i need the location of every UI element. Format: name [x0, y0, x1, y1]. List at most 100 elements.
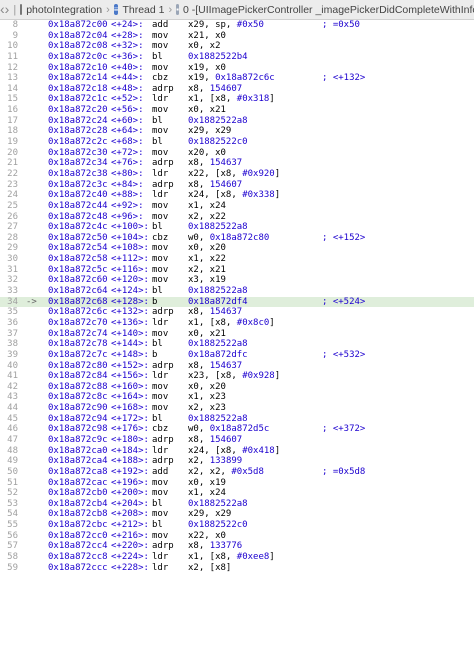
disassembly-row[interactable]: 44 0x18a872c90 <+168>: mov x2, x23: [0, 403, 474, 414]
line-number[interactable]: 42: [0, 382, 18, 393]
line-number[interactable]: 13: [0, 73, 18, 84]
line-number[interactable]: 34: [0, 297, 18, 308]
disassembly-row[interactable]: 41 0x18a872c84 <+156>: ldr x23, [x8, #0x928]: [0, 371, 474, 382]
disassembly-view[interactable]: 8 0x18a872c00 <+24>: add x29, sp, #0x50 ; =0x…: [0, 20, 474, 573]
disassembly-row[interactable]: 37 0x18a872c74 <+140>: mov x0, x21: [0, 329, 474, 340]
disassembly-row[interactable]: 38 0x18a872c78 <+144>: bl 0x1882522a8: [0, 339, 474, 350]
line-number[interactable]: 26: [0, 212, 18, 223]
disassembly-row[interactable]: 39 0x18a872c7c <+148>: b 0x18a872dfc ; <+532>: [0, 350, 474, 361]
line-number[interactable]: 35: [0, 307, 18, 318]
disassembly-row[interactable]: 18 0x18a872c28 <+64>: mov x29, x29: [0, 126, 474, 137]
line-number[interactable]: 45: [0, 414, 18, 425]
disassembly-row[interactable]: 50 0x18a872ca8 <+192>: add x2, x2, #0x5d8 ; =…: [0, 467, 474, 478]
line-number[interactable]: 53: [0, 499, 18, 510]
disassembly-row[interactable]: 29 0x18a872c54 <+108>: mov x0, x20: [0, 243, 474, 254]
disassembly-row[interactable]: 31 0x18a872c5c <+116>: mov x2, x21: [0, 265, 474, 276]
disassembly-row[interactable]: 36 0x18a872c70 <+136>: ldr x1, [x8, #0x8c0]: [0, 318, 474, 329]
line-number[interactable]: 48: [0, 446, 18, 457]
disassembly-row[interactable]: 24 0x18a872c40 <+88>: ldr x24, [x8, #0x338]: [0, 190, 474, 201]
disassembly-row[interactable]: 48 0x18a872ca0 <+184>: ldr x24, [x8, #0x418]: [0, 446, 474, 457]
disassembly-row[interactable]: 21 0x18a872c34 <+76>: adrp x8, 154637: [0, 158, 474, 169]
line-number[interactable]: 51: [0, 478, 18, 489]
line-number[interactable]: 25: [0, 201, 18, 212]
disassembly-row[interactable]: 22 0x18a872c38 <+80>: ldr x22, [x8, #0x920]: [0, 169, 474, 180]
line-number[interactable]: 20: [0, 148, 18, 159]
disassembly-row[interactable]: 11 0x18a872c0c <+36>: bl 0x1882522b4: [0, 52, 474, 63]
disassembly-row[interactable]: 55 0x18a872cbc <+212>: bl 0x1882522c0: [0, 520, 474, 531]
disassembly-row[interactable]: 53 0x18a872cb4 <+204>: bl 0x1882522a8: [0, 499, 474, 510]
line-number[interactable]: 8: [0, 20, 18, 31]
disassembly-row[interactable]: 51 0x18a872cac <+196>: mov x0, x19: [0, 478, 474, 489]
disassembly-row[interactable]: 15 0x18a872c1c <+52>: ldr x1, [x8, #0x318]: [0, 94, 474, 105]
line-number[interactable]: 55: [0, 520, 18, 531]
disassembly-row[interactable]: 54 0x18a872cb8 <+208>: mov x29, x29: [0, 509, 474, 520]
line-number[interactable]: 18: [0, 126, 18, 137]
line-number[interactable]: 14: [0, 84, 18, 95]
current-instruction-row[interactable]: 34 -> 0x18a872c68 <+128>: b 0x18a872df4 ; <+52…: [0, 296, 474, 308]
line-number[interactable]: 11: [0, 52, 18, 63]
disassembly-row[interactable]: 14 0x18a872c18 <+48>: adrp x8, 154607: [0, 84, 474, 95]
breadcrumb-project[interactable]: photoIntegration: [26, 4, 102, 16]
line-number[interactable]: 17: [0, 116, 18, 127]
line-number[interactable]: 52: [0, 488, 18, 499]
disassembly-row[interactable]: 12 0x18a872c10 <+40>: mov x19, x0: [0, 63, 474, 74]
disassembly-row[interactable]: 56 0x18a872cc0 <+216>: mov x22, x0: [0, 531, 474, 542]
line-number[interactable]: 54: [0, 509, 18, 520]
disassembly-row[interactable]: 19 0x18a872c2c <+68>: bl 0x1882522c0: [0, 137, 474, 148]
breadcrumb-frame[interactable]: 0 -[UIImagePickerController _imagePicker…: [183, 4, 474, 16]
forward-button[interactable]: ›: [5, 0, 10, 19]
line-number[interactable]: 37: [0, 329, 18, 340]
line-number[interactable]: 28: [0, 233, 18, 244]
disassembly-row[interactable]: 8 0x18a872c00 <+24>: add x29, sp, #0x50 ; =0x…: [0, 20, 474, 31]
line-number[interactable]: 27: [0, 222, 18, 233]
line-number[interactable]: 43: [0, 392, 18, 403]
line-number[interactable]: 19: [0, 137, 18, 148]
disassembly-row[interactable]: 9 0x18a872c04 <+28>: mov x21, x0: [0, 31, 474, 42]
disassembly-row[interactable]: 23 0x18a872c3c <+84>: adrp x8, 154607: [0, 180, 474, 191]
disassembly-row[interactable]: 17 0x18a872c24 <+60>: bl 0x1882522a8: [0, 116, 474, 127]
disassembly-row[interactable]: 28 0x18a872c50 <+104>: cbz w0, 0x18a872c80 ; …: [0, 233, 474, 244]
line-number[interactable]: 49: [0, 456, 18, 467]
line-number[interactable]: 40: [0, 361, 18, 372]
disassembly-row[interactable]: 47 0x18a872c9c <+180>: adrp x8, 154607: [0, 435, 474, 446]
line-number[interactable]: 9: [0, 31, 18, 42]
line-number[interactable]: 46: [0, 424, 18, 435]
disassembly-row[interactable]: 33 0x18a872c64 <+124>: bl 0x1882522a8: [0, 286, 474, 297]
disassembly-row[interactable]: 35 0x18a872c6c <+132>: adrp x8, 154637: [0, 307, 474, 318]
line-number[interactable]: 24: [0, 190, 18, 201]
line-number[interactable]: 15: [0, 94, 18, 105]
disassembly-row[interactable]: 20 0x18a872c30 <+72>: mov x20, x0: [0, 148, 474, 159]
line-number[interactable]: 41: [0, 371, 18, 382]
disassembly-row[interactable]: 25 0x18a872c44 <+92>: mov x1, x24: [0, 201, 474, 212]
disassembly-row[interactable]: 16 0x18a872c20 <+56>: mov x0, x21: [0, 105, 474, 116]
line-number[interactable]: 38: [0, 339, 18, 350]
line-number[interactable]: 56: [0, 531, 18, 542]
line-number[interactable]: 44: [0, 403, 18, 414]
disassembly-row[interactable]: 40 0x18a872c80 <+152>: adrp x8, 154637: [0, 361, 474, 372]
line-number[interactable]: 32: [0, 275, 18, 286]
line-number[interactable]: 57: [0, 541, 18, 552]
line-number[interactable]: 47: [0, 435, 18, 446]
disassembly-row[interactable]: 30 0x18a872c58 <+112>: mov x1, x22: [0, 254, 474, 265]
disassembly-row[interactable]: 42 0x18a872c88 <+160>: mov x0, x20: [0, 382, 474, 393]
disassembly-row[interactable]: 26 0x18a872c48 <+96>: mov x2, x22: [0, 212, 474, 223]
disassembly-row[interactable]: 57 0x18a872cc4 <+220>: adrp x8, 133776: [0, 541, 474, 552]
line-number[interactable]: 36: [0, 318, 18, 329]
disassembly-row[interactable]: 27 0x18a872c4c <+100>: bl 0x1882522a8: [0, 222, 474, 233]
line-number[interactable]: 30: [0, 254, 18, 265]
line-number[interactable]: 50: [0, 467, 18, 478]
line-number[interactable]: 39: [0, 350, 18, 361]
disassembly-row[interactable]: 45 0x18a872c94 <+172>: bl 0x1882522a8: [0, 414, 474, 425]
line-number[interactable]: 59: [0, 563, 18, 574]
breadcrumb-thread[interactable]: Thread 1: [122, 4, 164, 16]
line-number[interactable]: 29: [0, 243, 18, 254]
disassembly-row[interactable]: 52 0x18a872cb0 <+200>: mov x1, x24: [0, 488, 474, 499]
line-number[interactable]: 22: [0, 169, 18, 180]
line-number[interactable]: 33: [0, 286, 18, 297]
line-number[interactable]: 12: [0, 63, 18, 74]
disassembly-row[interactable]: 43 0x18a872c8c <+164>: mov x1, x23: [0, 392, 474, 403]
line-number[interactable]: 58: [0, 552, 18, 563]
disassembly-row[interactable]: 46 0x18a872c98 <+176>: cbz w0, 0x18a872d5c ; …: [0, 424, 474, 435]
line-number[interactable]: 16: [0, 105, 18, 116]
line-number[interactable]: 10: [0, 41, 18, 52]
